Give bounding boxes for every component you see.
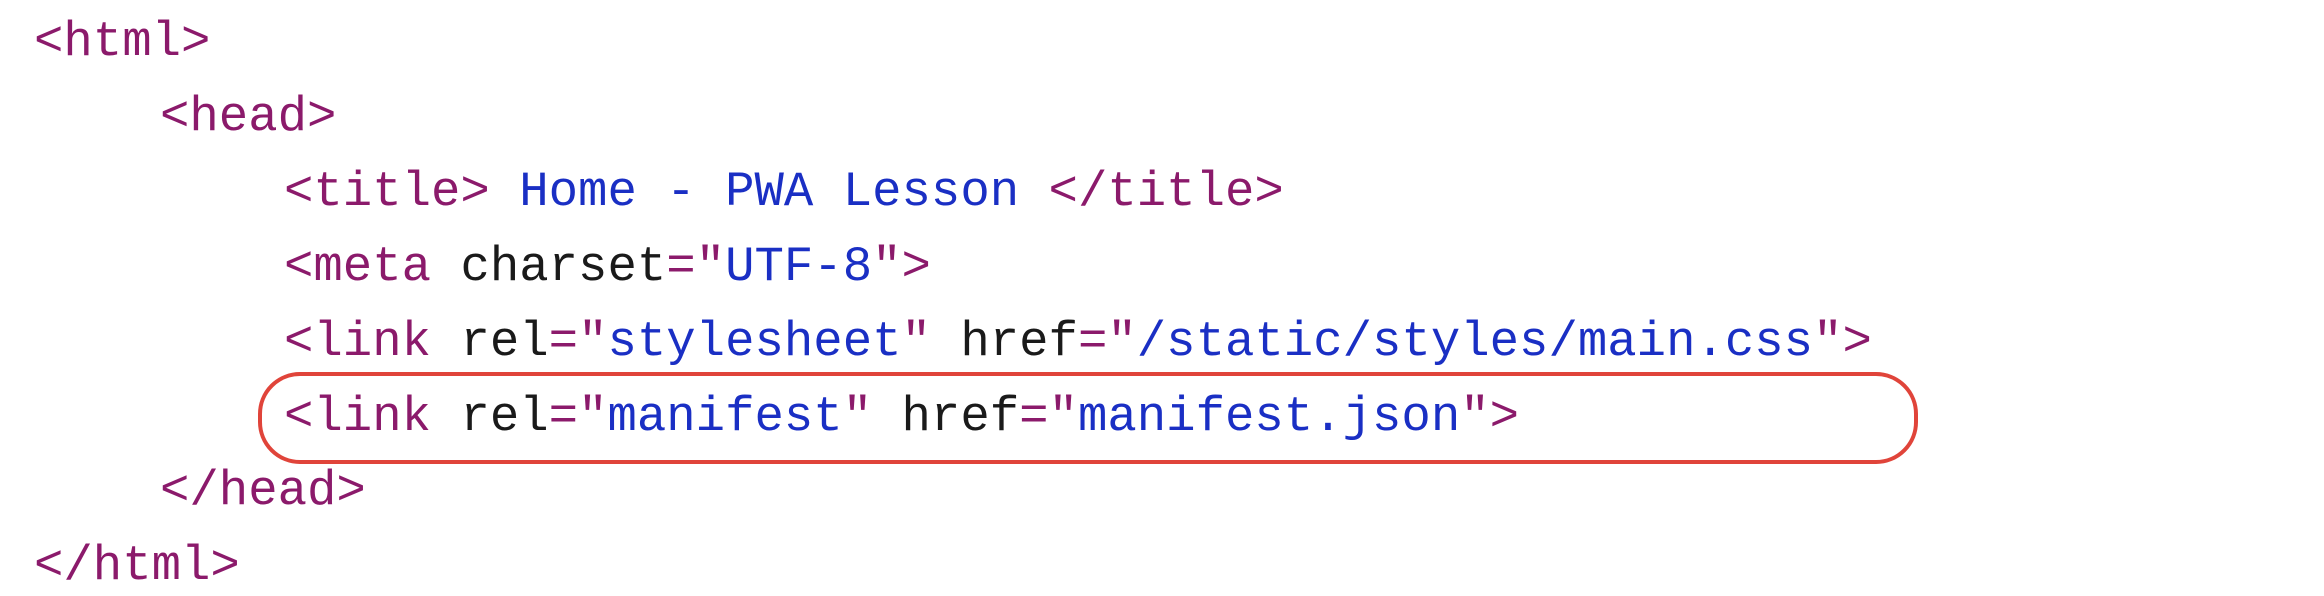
quote-mark: " (842, 389, 873, 445)
tag-link-close: > (1842, 314, 1872, 370)
equals-sign: = (548, 314, 579, 370)
value-charset: UTF-8 (725, 239, 873, 295)
value-href-manifest: manifest.json (1077, 389, 1461, 445)
equals-sign: = (1077, 314, 1108, 370)
title-text: Home - PWA Lesson (489, 164, 1049, 220)
code-line-meta: <meta charset="UTF-8"> (284, 237, 931, 297)
quote-mark: " (1048, 389, 1078, 445)
tag-title-close: </title> (1048, 164, 1284, 220)
attr-href: href (901, 389, 1020, 445)
tag-title-open: <title> (284, 164, 490, 220)
quote-mark: " (578, 389, 608, 445)
code-line-head-open: <head> (160, 87, 336, 147)
quote-mark: " (578, 314, 608, 370)
tag-meta-close: > (901, 239, 931, 295)
attr-charset: charset (460, 239, 667, 295)
tag-link-open: <link (284, 389, 432, 445)
code-line-html-close: </html> (34, 536, 240, 596)
code-line-title: <title> Home - PWA Lesson </title> (284, 162, 1284, 222)
code-line-html-open: <html> (34, 12, 210, 72)
value-href-stylesheet: /static/styles/main.css (1136, 314, 1814, 370)
quote-mark: " (1107, 314, 1137, 370)
attr-rel: rel (460, 389, 549, 445)
tag-meta-open: <meta (284, 239, 432, 295)
code-line-link-stylesheet: <link rel="stylesheet" href="/static/sty… (284, 312, 1872, 372)
quote-mark: " (1460, 389, 1490, 445)
value-rel-stylesheet: stylesheet (607, 314, 902, 370)
quote-mark: " (901, 314, 931, 370)
value-rel-manifest: manifest (607, 389, 843, 445)
code-line-head-close: </head> (160, 461, 366, 521)
tag-html-close: </html> (34, 538, 240, 594)
tag-link-close: > (1489, 389, 1520, 445)
equals-sign: = (666, 239, 696, 295)
tag-head-open: <head> (160, 89, 337, 145)
attr-rel: rel (460, 314, 549, 370)
quote-mark: " (872, 239, 902, 295)
attr-href: href (960, 314, 1078, 370)
equals-sign: = (548, 389, 579, 445)
tag-html-open: <html> (34, 14, 211, 70)
quote-mark: " (695, 239, 726, 295)
quote-mark: " (1813, 314, 1843, 370)
code-view: <html> <head> <title> Home - PWA Lesson … (0, 0, 2324, 596)
tag-link-open: <link (284, 314, 432, 370)
tag-head-close: </head> (160, 463, 366, 519)
code-line-link-manifest: <link rel="manifest" href="manifest.json… (284, 387, 1519, 447)
equals-sign: = (1019, 389, 1049, 445)
